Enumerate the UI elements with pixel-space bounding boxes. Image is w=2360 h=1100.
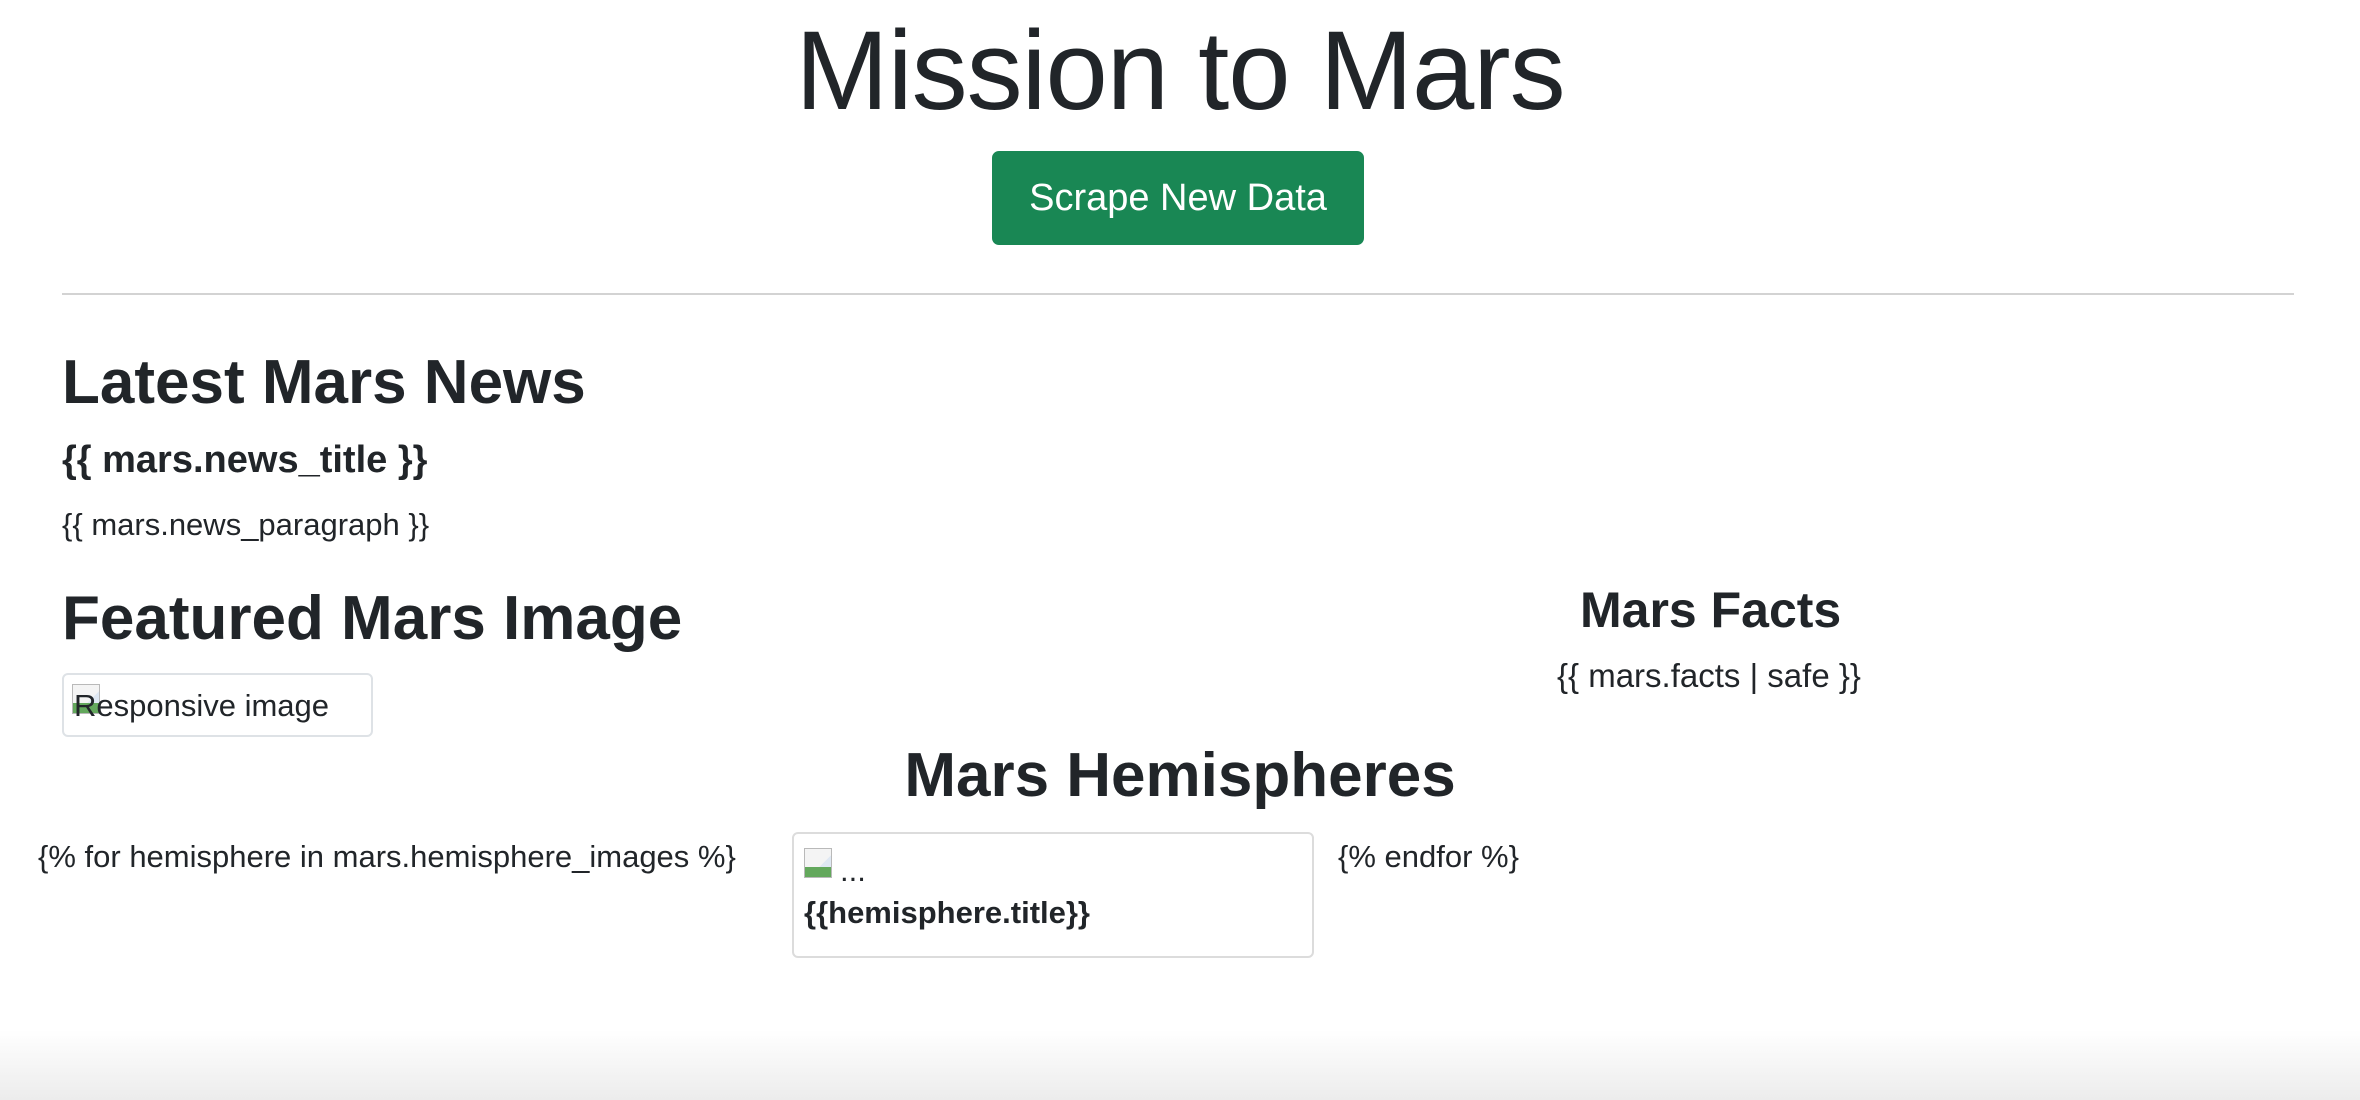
- hemisphere-image-alt: ...: [840, 853, 866, 888]
- mars-facts-table: {{ mars.facts | safe }}: [1557, 657, 1861, 694]
- hemisphere-title: {{hemisphere.title}}: [804, 895, 1090, 930]
- featured-image-heading: Featured Mars Image: [62, 584, 683, 653]
- scrape-new-data-button[interactable]: Scrape New Data: [992, 151, 1364, 245]
- section-divider: [62, 293, 2294, 295]
- mars-facts-heading: Mars Facts: [1580, 582, 1842, 638]
- hemisphere-card: ... {{hemisphere.title}}: [792, 832, 1314, 958]
- template-loop-open: {% for hemisphere in mars.hemisphere_ima…: [38, 839, 736, 874]
- template-loop-close: {% endfor %}: [1338, 839, 1519, 874]
- news-heading: Latest Mars News: [62, 348, 586, 417]
- featured-image: Responsive image: [62, 673, 373, 737]
- hemispheres-heading: Mars Hemispheres: [904, 741, 1456, 810]
- news-paragraph: {{ mars.news_paragraph }}: [62, 507, 430, 542]
- page-title: Mission to Mars: [795, 8, 1565, 133]
- featured-image-alt-text: Responsive image: [74, 688, 330, 723]
- news-title: {{ mars.news_title }}: [62, 439, 428, 481]
- page-bottom-shadow: [0, 1030, 2360, 1100]
